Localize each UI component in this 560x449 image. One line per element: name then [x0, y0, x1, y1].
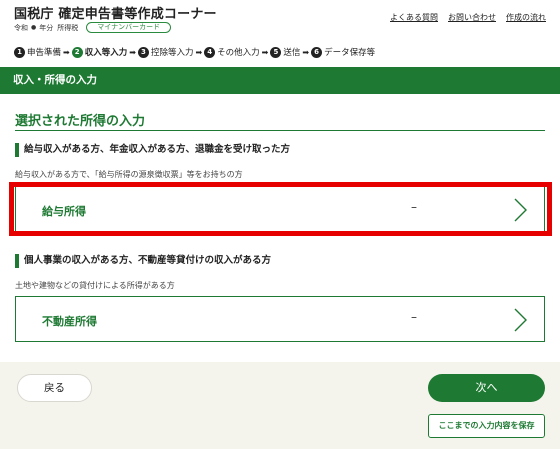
page-header: 国税庁 確定申告書等作成コーナー 令和 ● 年分 所得税 マイナンバーカード よ…: [0, 0, 560, 40]
step-label: データ保存等: [324, 48, 376, 58]
income-card-value: –: [411, 200, 417, 214]
step-5: 5 送信: [270, 46, 300, 58]
realestate-income-card[interactable]: 不動産所得 –: [15, 296, 545, 342]
step-label: 控除等入力: [150, 48, 194, 58]
section-title: 選択された所得の入力: [15, 114, 146, 129]
group-description-salary: 給与収入がある方で、「給与所得の源泉徴収票」等をお持ちの方: [15, 170, 243, 179]
step-4: 4 その他入力: [204, 46, 260, 58]
era-label: 令和: [14, 23, 28, 32]
step-2: 2 収入等入力: [71, 46, 128, 58]
contact-link[interactable]: お問い合わせ: [448, 12, 496, 23]
filing-meta: 令和 ● 年分 所得税 マイナンバーカード: [14, 22, 172, 33]
step-6: 6 データ保存等: [311, 46, 375, 58]
step-number-icon: 5: [270, 46, 282, 58]
flow-link[interactable]: 作成の流れ: [506, 12, 546, 23]
step-arrow-icon: ➡: [63, 47, 70, 57]
progress-steps: 1 申告準備 ➡ 2 収入等入力 ➡ 3 控除等入力 ➡ 4 その他入力 ➡ 5 送信 ➡…: [14, 44, 375, 60]
group-description-realestate: 土地や建物などの貸付けによる所得がある方: [15, 281, 175, 290]
footer-actions: 戻る 次へ ここまでの入力内容を保存: [0, 362, 560, 449]
chevron-right-icon: [514, 308, 527, 332]
step-number-icon: 1: [14, 46, 25, 58]
step-3: 3 控除等入力: [137, 46, 194, 58]
salary-income-card[interactable]: 給与所得 –: [15, 186, 545, 232]
header-links: よくある質問 お問い合わせ 作成の流れ: [390, 12, 546, 23]
step-label: その他入力: [217, 48, 260, 58]
step-arrow-icon: ➡: [302, 47, 310, 57]
section-divider: [15, 130, 545, 131]
step-arrow-icon: ➡: [195, 47, 203, 57]
step-number-icon: 2: [71, 46, 83, 58]
back-button[interactable]: 戻る: [17, 374, 92, 402]
step-number-icon: 6: [311, 46, 323, 58]
next-button[interactable]: 次へ: [428, 374, 545, 402]
chevron-right-icon: [514, 198, 527, 222]
step-number-icon: 4: [204, 46, 216, 58]
page-bar-title: 収入・所得の入力: [0, 67, 560, 94]
income-card-label: 給与所得: [42, 205, 86, 218]
step-1: 1 申告準備: [14, 46, 61, 58]
mynumber-card-badge: マイナンバーカード: [86, 22, 172, 33]
tax-type: 所得税: [57, 23, 79, 32]
group-heading-salary: 給与収入がある方、年金収入がある方、退職金を受け取った方: [15, 143, 290, 157]
step-arrow-icon: ➡: [261, 47, 269, 57]
group-heading-business: 個人事業の収入がある方、不動産等貸付けの収入がある方: [15, 254, 271, 268]
year-suffix: 年分: [39, 23, 54, 32]
step-number-icon: 3: [137, 46, 149, 58]
faq-link[interactable]: よくある質問: [390, 12, 438, 23]
step-label: 送信: [283, 48, 301, 58]
save-progress-button[interactable]: ここまでの入力内容を保存: [428, 414, 545, 438]
step-label: 申告準備: [27, 48, 62, 58]
income-card-label: 不動産所得: [42, 315, 97, 328]
step-arrow-icon: ➡: [129, 47, 136, 57]
step-label: 収入等入力: [84, 48, 128, 58]
income-card-value: –: [411, 310, 417, 324]
year-dot-icon: ●: [31, 24, 37, 31]
app-title: 国税庁 確定申告書等作成コーナー: [14, 7, 217, 22]
